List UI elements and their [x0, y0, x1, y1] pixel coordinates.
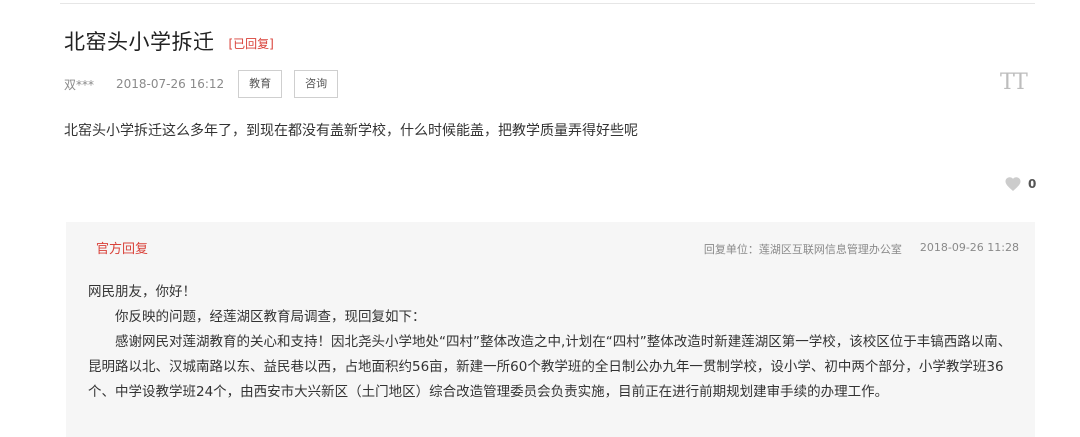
- like-button[interactable]: 0: [1004, 175, 1036, 193]
- official-reply-panel: 官方回复 回复单位：莲湖区互联网信息管理办公室 2018-09-26 11:28…: [66, 222, 1035, 437]
- like-count: 0: [1028, 177, 1037, 191]
- official-reply-label: 官方回复: [96, 242, 149, 257]
- tag-inquiry[interactable]: 咨询: [294, 70, 339, 98]
- author-name: 双***: [64, 77, 95, 92]
- question-header: 北窑头小学拆迁 [已回复]: [64, 26, 274, 56]
- reply-paragraph-2: 感谢网民对莲湖教育的关心和支持！因北尧头小学地处“四村”整体改造之中,计划在“四…: [88, 334, 1012, 400]
- font-size-toggle-icon[interactable]: TT: [1000, 70, 1028, 95]
- reply-greeting: 网民朋友，你好！: [88, 284, 196, 300]
- reply-paragraph-1: 你反映的问题，经莲湖区教育局调查，现回复如下：: [115, 309, 426, 325]
- question-meta: 双*** 2018-07-26 16:12 教育 咨询: [64, 70, 350, 98]
- reply-meta: 回复单位：莲湖区互联网信息管理办公室 2018-09-26 11:28: [704, 241, 1019, 257]
- question-body: 北窑头小学拆迁这么多年了，到现在都没有盖新学校，什么时候能盖，把教学质量弄得好些…: [64, 123, 638, 139]
- reply-unit: 回复单位：莲湖区互联网信息管理办公室: [703, 243, 902, 256]
- page-title: 北窑头小学拆迁: [64, 30, 215, 54]
- top-divider: [60, 3, 1035, 4]
- post-date: 2018-07-26 16:12: [116, 77, 225, 91]
- tag-education[interactable]: 教育: [238, 70, 283, 98]
- reply-body: 网民朋友，你好！ 你反映的问题，经莲湖区教育局调查，现回复如下： 感谢网民对莲湖…: [88, 280, 1014, 405]
- heart-icon: [1005, 177, 1021, 192]
- reply-date: 2018-09-26 11:28: [919, 241, 1019, 254]
- status-badge: [已回复]: [228, 36, 274, 51]
